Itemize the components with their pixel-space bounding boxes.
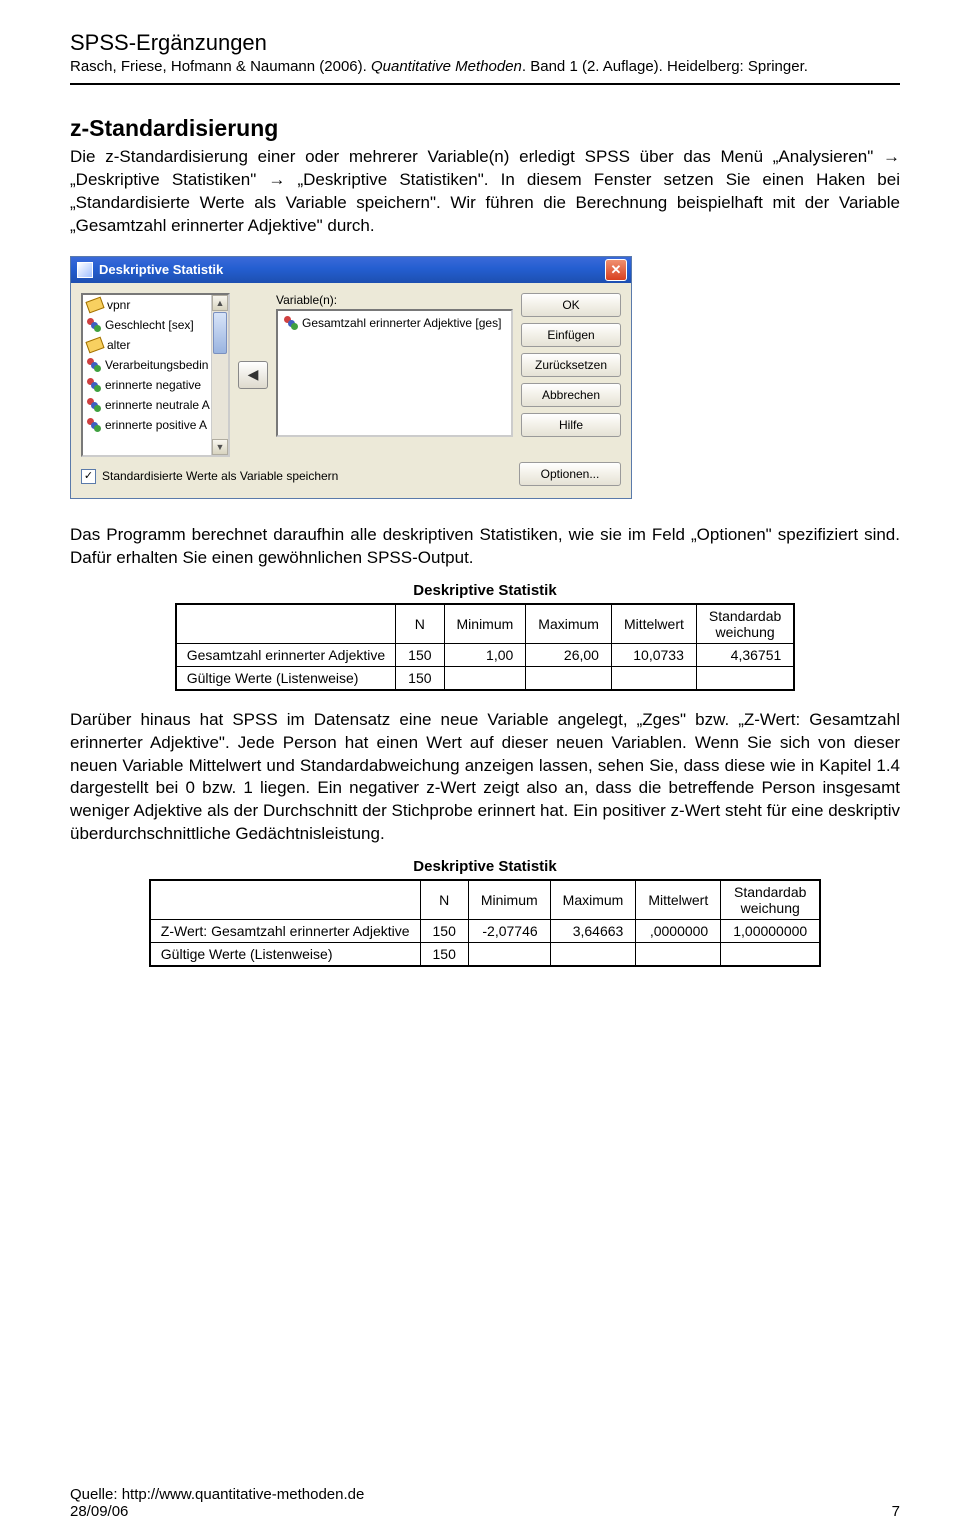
header-rule bbox=[70, 83, 900, 85]
spss-dialog: Deskriptive Statistik ✕ vpnr Geschlecht … bbox=[70, 256, 632, 499]
paragraph-intro: Die z-Standardisierung einer oder mehrer… bbox=[70, 146, 900, 238]
output-table-1: N Minimum Maximum Mittelwert Standardabw… bbox=[175, 603, 796, 691]
help-button[interactable]: Hilfe bbox=[521, 413, 621, 437]
dialog-titlebar: Deskriptive Statistik ✕ bbox=[71, 257, 631, 283]
checkbox-label: Standardisierte Werte als Variable speic… bbox=[102, 469, 338, 483]
variable-icon bbox=[87, 378, 101, 392]
page-number: 7 bbox=[892, 1503, 900, 1520]
close-icon[interactable]: ✕ bbox=[605, 259, 627, 281]
target-variable-list[interactable]: Gesamtzahl erinnerter Adjektive [ges] bbox=[276, 309, 513, 437]
table-row-label: Gültige Werte (Listenweise) bbox=[150, 943, 420, 967]
table1-title: Deskriptive Statistik bbox=[70, 582, 900, 599]
target-label: Variable(n): bbox=[276, 293, 513, 307]
footer-source: Quelle: http://www.quantitative-methoden… bbox=[70, 1486, 364, 1503]
move-left-button[interactable]: ◀ bbox=[238, 361, 268, 389]
window-icon bbox=[77, 262, 93, 278]
options-button[interactable]: Optionen... bbox=[519, 462, 621, 486]
list-item: Geschlecht [sex] bbox=[83, 315, 228, 335]
dialog-title: Deskriptive Statistik bbox=[99, 262, 605, 277]
footer-date: 28/09/06 bbox=[70, 1503, 364, 1520]
paragraph-output: Das Programm berechnet daraufhin alle de… bbox=[70, 524, 900, 570]
ok-button[interactable]: OK bbox=[521, 293, 621, 317]
variable-icon bbox=[87, 318, 101, 332]
paste-button[interactable]: Einfügen bbox=[521, 323, 621, 347]
save-standardized-checkbox[interactable]: ✓ bbox=[81, 469, 96, 484]
section-heading: z-Standardisierung bbox=[70, 115, 900, 142]
table-row-label: Gesamtzahl erinnerter Adjektive bbox=[176, 643, 396, 666]
variable-icon bbox=[284, 316, 298, 330]
scroll-up-icon[interactable]: ▲ bbox=[212, 295, 228, 311]
variable-icon bbox=[87, 358, 101, 372]
list-item: erinnerte neutrale A bbox=[83, 395, 228, 415]
list-item: erinnerte positive A bbox=[83, 415, 228, 435]
doc-header-citation: Rasch, Friese, Hofmann & Naumann (2006).… bbox=[70, 58, 900, 75]
table2-title: Deskriptive Statistik bbox=[70, 858, 900, 875]
scroll-down-icon[interactable]: ▼ bbox=[212, 439, 228, 455]
scroll-thumb[interactable] bbox=[213, 312, 227, 354]
ruler-icon bbox=[85, 336, 104, 353]
list-item: Verarbeitungsbedin bbox=[83, 355, 228, 375]
table-row-label: Z-Wert: Gesamtzahl erinnerter Adjektive bbox=[150, 920, 420, 943]
scrollbar[interactable]: ▲ ▼ bbox=[211, 295, 228, 455]
cancel-button[interactable]: Abbrechen bbox=[521, 383, 621, 407]
paragraph-zvar: Darüber hinaus hat SPSS im Datensatz ein… bbox=[70, 709, 900, 847]
variable-icon bbox=[87, 398, 101, 412]
source-variable-list[interactable]: vpnr Geschlecht [sex] alter Verarbeitung… bbox=[81, 293, 230, 457]
table-row-label: Gültige Werte (Listenweise) bbox=[176, 666, 396, 690]
doc-header-title: SPSS-Ergänzungen bbox=[70, 30, 900, 56]
reset-button[interactable]: Zurücksetzen bbox=[521, 353, 621, 377]
ruler-icon bbox=[85, 296, 104, 313]
variable-icon bbox=[87, 418, 101, 432]
list-item: alter bbox=[83, 335, 228, 355]
output-table-2: N Minimum Maximum Mittelwert Standardabw… bbox=[149, 879, 821, 967]
list-item: Gesamtzahl erinnerter Adjektive [ges] bbox=[280, 313, 509, 333]
list-item: erinnerte negative bbox=[83, 375, 228, 395]
list-item: vpnr bbox=[83, 295, 228, 315]
